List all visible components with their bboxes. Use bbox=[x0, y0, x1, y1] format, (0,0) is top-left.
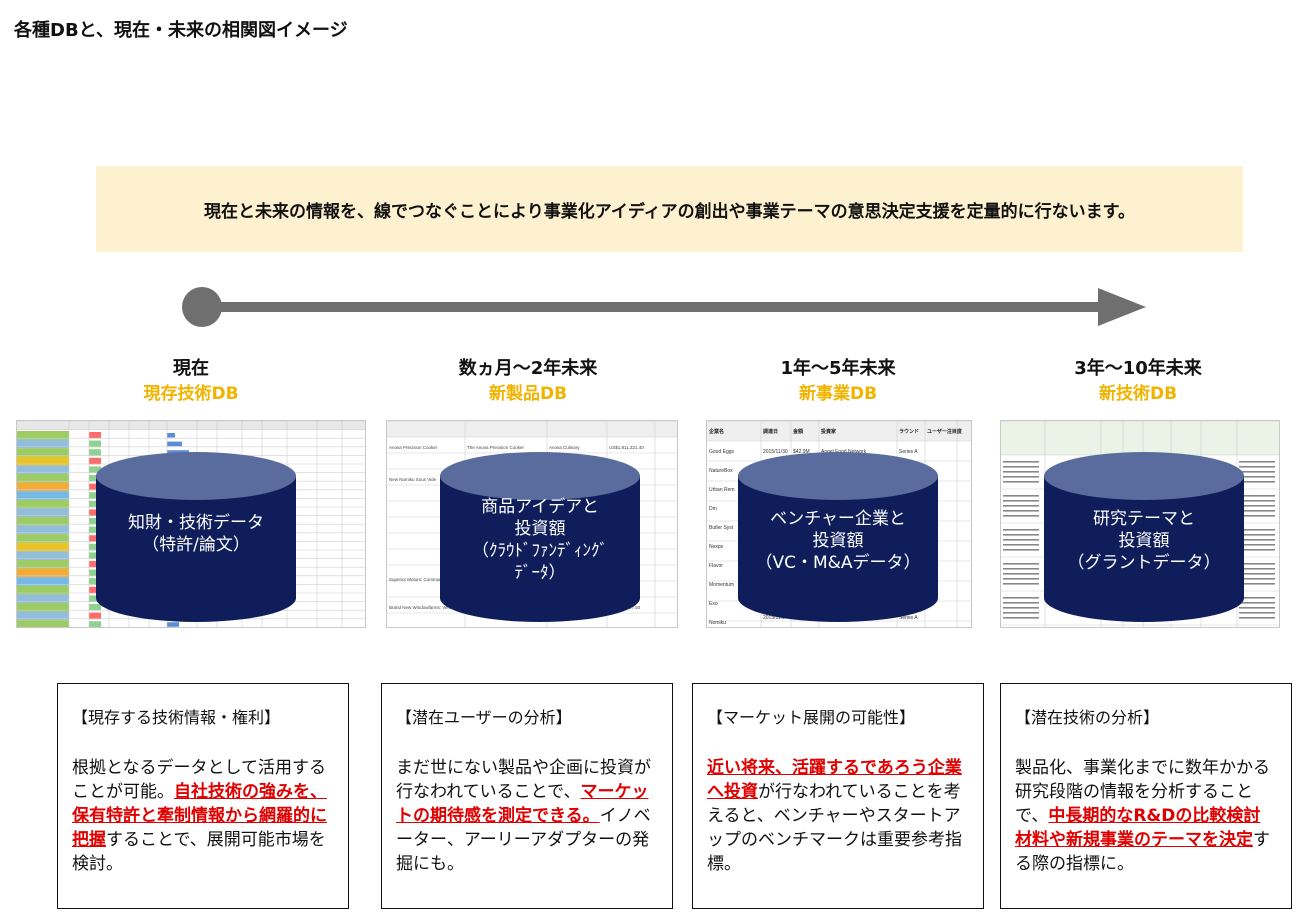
svg-text:金額: 金額 bbox=[792, 428, 803, 435]
cylinder-line: 知財・技術データ bbox=[128, 513, 264, 533]
svg-text:Exo: Exo bbox=[709, 601, 718, 607]
period-label: 3年～10年未来 bbox=[1074, 358, 1202, 379]
svg-text:ユーザー注目度: ユーザー注目度 bbox=[927, 428, 963, 435]
svg-text:Flavor: Flavor bbox=[709, 563, 723, 569]
cylinder-line: 投資額 bbox=[1118, 531, 1170, 551]
svg-text:Nomiku: Nomiku bbox=[709, 620, 726, 626]
card-highlight: 中長期的なR&Dの比較検討材料や新規事業のテーマを決定 bbox=[1015, 806, 1261, 850]
db-label: 新事業DB bbox=[798, 384, 878, 404]
cylinder-label: ベンチャー企業と 投資額 （VC・M&Aデータ） bbox=[738, 508, 938, 574]
svg-text:調達日: 調達日 bbox=[763, 428, 778, 435]
description-card-near-future: 【潜在ユーザーの分析】 まだ世にない製品や企画に投資が行なわれていることで、マー… bbox=[381, 683, 673, 909]
cylinder-label: 研究テーマと 投資額 （グラントデータ） bbox=[1044, 508, 1244, 574]
card-body: 根拠となるデータとして活用することが可能。自社技術の強みを、保有特許と牽制情報か… bbox=[72, 756, 334, 876]
column-head-present: 現在 現存技術DB bbox=[61, 356, 321, 406]
column-head-mid-future: 1年～5年未来 新事業DB bbox=[708, 356, 968, 406]
db-label: 現存技術DB bbox=[143, 384, 239, 404]
database-cylinder-present: 知財・技術データ （特許/論文） bbox=[96, 452, 296, 622]
svg-text:Momentum: Momentum bbox=[709, 582, 734, 588]
card-body: 近い将来、活躍するであろう企業へ投資が行なわれていることを考えると、ベンチャーや… bbox=[707, 756, 969, 876]
cylinder-line: 商品アイデアと bbox=[481, 497, 599, 517]
svg-text:Nexps: Nexps bbox=[709, 544, 724, 550]
cylinder-line: （特許/論文） bbox=[142, 535, 250, 555]
svg-text:US$1,811,321.40: US$1,811,321.40 bbox=[609, 445, 644, 450]
cylinder-line: 研究テーマと bbox=[1093, 509, 1195, 529]
cylinder-label: 商品アイデアと 投資額 （ｸﾗｳﾄﾞﾌｧﾝﾃﾞｨﾝｸﾞ ﾃﾞｰﾀ） bbox=[440, 496, 640, 584]
cylinder-label: 知財・技術データ （特許/論文） bbox=[96, 512, 296, 556]
card-body: 製品化、事業化までに数年かかる研究段階の情報を分析することで、中長期的なR&Dの… bbox=[1015, 756, 1277, 876]
svg-text:The Anova Precision Cooker: The Anova Precision Cooker bbox=[467, 445, 525, 450]
svg-text:企業名: 企業名 bbox=[708, 428, 724, 435]
svg-text:Urban Rem: Urban Rem bbox=[709, 487, 735, 493]
svg-text:Anova Precision Cooker: Anova Precision Cooker bbox=[389, 445, 438, 450]
period-label: 数ヵ月～2年未来 bbox=[458, 358, 598, 379]
cylinder-line: （ｸﾗｳﾄﾞﾌｧﾝﾃﾞｨﾝｸﾞ bbox=[472, 541, 608, 561]
cylinder-line: 投資額 bbox=[812, 531, 864, 551]
card-heading: 【潜在技術の分析】 bbox=[1015, 708, 1160, 727]
svg-text:Dm: Dm bbox=[709, 506, 717, 512]
svg-text:ラウンド: ラウンド bbox=[899, 428, 919, 435]
svg-text:Anova Culinary: Anova Culinary bbox=[549, 445, 580, 450]
database-cylinder-mid-future: ベンチャー企業と 投資額 （VC・M&Aデータ） bbox=[738, 452, 938, 622]
cylinder-line: 投資額 bbox=[514, 519, 566, 539]
cylinder-line: ﾃﾞｰﾀ） bbox=[514, 563, 566, 583]
description-card-present: 【現存する技術情報・権利】 根拠となるデータとして活用することが可能。自社技術の… bbox=[57, 683, 349, 909]
period-label: 現在 bbox=[173, 358, 209, 379]
svg-text:New Nomiku Sous Vide: New Nomiku Sous Vide bbox=[389, 477, 437, 482]
card-heading: 【マーケット展開の可能性】 bbox=[707, 708, 916, 727]
description-card-far-future: 【潜在技術の分析】 製品化、事業化までに数年かかる研究段階の情報を分析することで… bbox=[1000, 683, 1292, 909]
svg-text:NatureBox: NatureBox bbox=[709, 468, 733, 474]
card-text: することで、展開可能市場を検討。 bbox=[72, 830, 326, 874]
svg-text:Butler Syst: Butler Syst bbox=[709, 525, 734, 531]
card-heading: 【潜在ユーザーの分析】 bbox=[396, 708, 572, 727]
card-body: まだ世にない製品や企画に投資が行なわれていることで、マーケットの期待感を測定でき… bbox=[396, 756, 658, 876]
cylinder-line: （VC・M&Aデータ） bbox=[755, 553, 921, 573]
column-head-far-future: 3年～10年未来 新技術DB bbox=[1008, 356, 1268, 406]
db-label: 新技術DB bbox=[1098, 384, 1178, 404]
timeline-arrow bbox=[182, 287, 1146, 327]
column-head-near-future: 数ヵ月～2年未来 新製品DB bbox=[398, 356, 658, 406]
summary-banner: 現在と未来の情報を、線でつなぐことにより事業化アイディアの創出や事業テーマの意思… bbox=[96, 166, 1243, 252]
period-label: 1年～5年未来 bbox=[780, 358, 896, 379]
database-cylinder-far-future: 研究テーマと 投資額 （グラントデータ） bbox=[1044, 452, 1244, 622]
page-title: 各種DBと、現在・未来の相関図イメージ bbox=[14, 20, 348, 41]
svg-text:Good Eggs: Good Eggs bbox=[709, 449, 735, 455]
db-label: 新製品DB bbox=[488, 384, 568, 404]
database-cylinder-near-future: 商品アイデアと 投資額 （ｸﾗｳﾄﾞﾌｧﾝﾃﾞｨﾝｸﾞ ﾃﾞｰﾀ） bbox=[440, 452, 640, 622]
description-card-mid-future: 【マーケット展開の可能性】 近い将来、活躍するであろう企業へ投資が行なわれている… bbox=[692, 683, 984, 909]
card-heading: 【現存する技術情報・権利】 bbox=[72, 708, 281, 727]
svg-text:投資家: 投資家 bbox=[821, 428, 837, 435]
cylinder-line: ベンチャー企業と bbox=[770, 509, 906, 529]
cylinder-line: （グラントデータ） bbox=[1067, 553, 1221, 573]
